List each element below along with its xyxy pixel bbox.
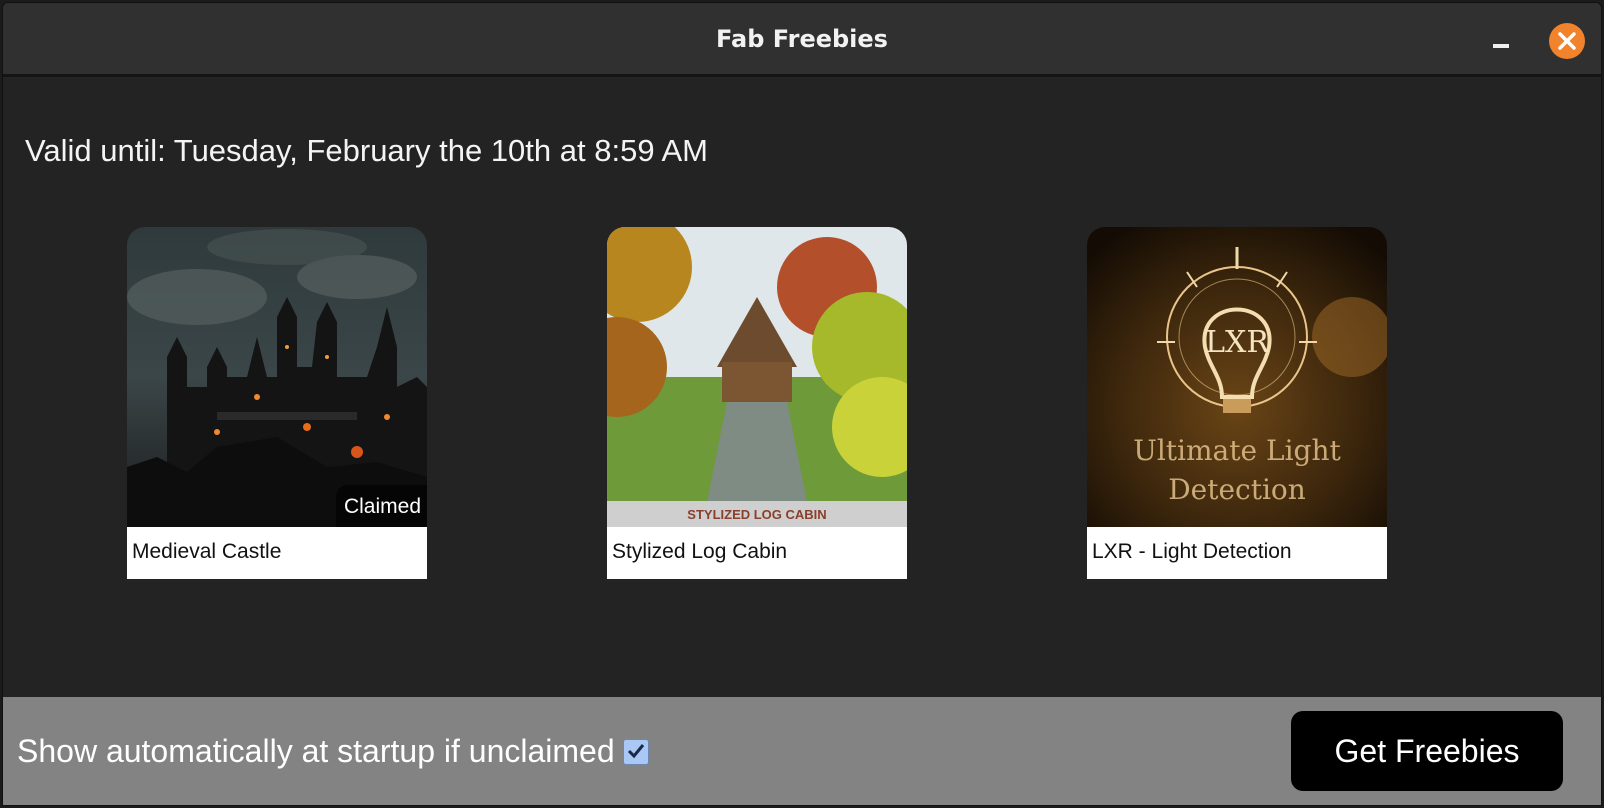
footer-bar: Show automatically at startup if unclaim… bbox=[3, 697, 1601, 805]
checkmark-icon bbox=[627, 744, 645, 759]
freebie-card-medieval-castle[interactable]: Claimed Medieval Castle bbox=[127, 227, 427, 579]
log-cabin-caption: STYLIZED LOG CABIN bbox=[687, 507, 826, 522]
title-bar[interactable]: Fab Freebies bbox=[3, 3, 1601, 77]
valid-until-text: Valid until: Tuesday, February the 10th … bbox=[25, 133, 708, 168]
close-icon bbox=[1558, 32, 1576, 50]
main-content: Valid until: Tuesday, February the 10th … bbox=[3, 77, 1601, 697]
lxr-logo-text: LXR bbox=[1205, 325, 1270, 360]
lxr-image-title-line1: Ultimate Light bbox=[1133, 434, 1341, 467]
medieval-castle-image[interactable]: Claimed bbox=[127, 227, 427, 527]
minimize-icon bbox=[1493, 44, 1509, 48]
close-button[interactable] bbox=[1549, 23, 1585, 59]
stylized-log-cabin-image[interactable]: STYLIZED LOG CABIN bbox=[607, 227, 907, 527]
minimize-button[interactable] bbox=[1487, 29, 1515, 57]
card-title[interactable]: LXR - Light Detection bbox=[1087, 527, 1387, 579]
claimed-badge: Claimed bbox=[335, 485, 427, 527]
app-window: Fab Freebies Valid until: Tuesday, Febru… bbox=[2, 2, 1602, 806]
freebie-card-stylized-log-cabin[interactable]: STYLIZED LOG CABIN Stylized Log Cabin bbox=[607, 227, 907, 579]
startup-checkbox[interactable] bbox=[623, 739, 649, 765]
card-title[interactable]: Stylized Log Cabin bbox=[607, 527, 907, 579]
lxr-image-title-line2: Detection bbox=[1168, 473, 1306, 506]
get-freebies-button[interactable]: Get Freebies bbox=[1291, 711, 1563, 791]
freebie-card-lxr-light-detection[interactable]: LXR Ultimate Light Detection LXR - Light… bbox=[1087, 227, 1387, 579]
card-title[interactable]: Medieval Castle bbox=[127, 527, 427, 579]
startup-label[interactable]: Show automatically at startup if unclaim… bbox=[17, 733, 615, 770]
lxr-light-detection-image[interactable]: LXR Ultimate Light Detection bbox=[1087, 227, 1387, 527]
window-title: Fab Freebies bbox=[716, 25, 888, 53]
